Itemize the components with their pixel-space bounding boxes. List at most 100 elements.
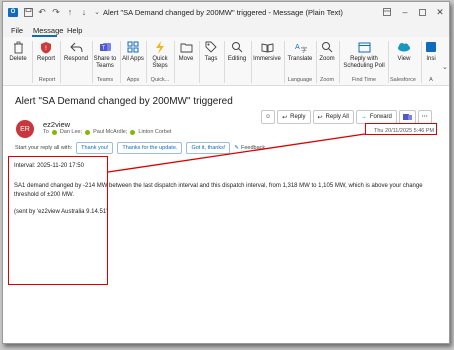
all-apps-button[interactable]: All Apps	[122, 40, 144, 63]
magnifier-icon	[230, 40, 244, 54]
up-arrow-icon[interactable]: ↑	[64, 6, 76, 18]
ribbon: Delete ! Report Report Respond T Share t…	[3, 37, 449, 86]
insights-label: Insi	[426, 56, 436, 62]
move-label: Move	[178, 56, 194, 62]
to-label: To	[43, 129, 49, 135]
tab-message[interactable]: Message	[33, 26, 63, 35]
svg-text:字: 字	[301, 46, 307, 53]
insights-icon	[424, 40, 438, 54]
suggested-reply[interactable]: Thank you!	[76, 142, 114, 154]
zoom-label: Zoom	[319, 56, 335, 62]
tab-help[interactable]: Help	[67, 26, 82, 35]
salesforce-view-label: View	[397, 56, 411, 62]
message-subject: Alert "SA Demand changed by 200MW" trigg…	[15, 96, 233, 107]
ribbon-separator	[32, 41, 33, 83]
ribbon-display-icon[interactable]	[379, 5, 395, 19]
feedback-link[interactable]: ✎ Feedback	[234, 145, 265, 151]
ribbon-expand-icon[interactable]: ⌄	[442, 63, 448, 71]
editing-label: Editing	[227, 56, 247, 62]
respond-label: Respond	[63, 56, 89, 62]
tags-button[interactable]: Tags	[200, 40, 222, 63]
more-actions-button[interactable]: ···	[417, 110, 432, 124]
apps-grid-icon	[126, 40, 140, 54]
ribbon-separator	[120, 41, 121, 83]
svg-text:!: !	[45, 45, 47, 52]
presence-icon	[51, 129, 57, 135]
report-group-label: Report	[38, 77, 56, 83]
respond-button[interactable]: Respond	[62, 40, 90, 63]
suggested-reply[interactable]: Thanks for the update.	[117, 142, 183, 154]
emoji-reaction-button[interactable]: ☺	[261, 110, 276, 124]
maximize-icon[interactable]	[414, 5, 430, 19]
avatar[interactable]: ER	[16, 120, 34, 138]
translate-button[interactable]: A字 Translate	[285, 40, 315, 63]
suggested-reply[interactable]: Got it, thanks!	[186, 142, 231, 154]
a-group-label: A	[429, 77, 433, 83]
quick-steps-button[interactable]: Quick Steps	[148, 40, 172, 70]
tags-label: Tags	[204, 56, 218, 62]
redo-icon[interactable]: ↷	[50, 6, 62, 18]
customize-toolbar-icon[interactable]: ⌄	[91, 6, 103, 18]
recipient[interactable]: Linton Corbet	[138, 129, 171, 135]
feedback-icon: ✎	[234, 145, 239, 151]
down-arrow-icon[interactable]: ↓	[78, 6, 90, 18]
teams-chat-icon	[402, 114, 412, 120]
quick-steps-group-label: Quick...	[150, 77, 170, 83]
all-apps-label: All Apps	[122, 56, 144, 62]
insights-button[interactable]: Insi	[422, 40, 440, 63]
teams-icon: T	[98, 40, 112, 54]
reply-icon: ↩	[282, 114, 288, 121]
app-icon-letter: O	[8, 7, 18, 17]
menu-tabs: File Message Help	[3, 23, 449, 37]
delete-button[interactable]: Delete	[7, 40, 29, 63]
immersive-reader-icon	[260, 40, 274, 54]
zoom-button[interactable]: Zoom	[317, 40, 337, 63]
language-group-label: Language	[287, 77, 313, 83]
immersive-button[interactable]: Immersive	[252, 40, 282, 63]
recipient[interactable]: Paul McArdle;	[93, 129, 127, 135]
reply-all-icon: ↩	[317, 114, 323, 121]
forward-label: Forward	[369, 114, 392, 120]
presence-icon	[85, 129, 91, 135]
editing-button[interactable]: Editing	[225, 40, 249, 63]
teams-chat-button[interactable]	[398, 110, 416, 124]
share-to-teams-button[interactable]: T Share to Teams	[93, 40, 117, 70]
find-time-group-label: Find Time	[351, 77, 377, 83]
forward-icon: →	[360, 114, 367, 120]
share-to-teams-label: Share to Teams	[93, 56, 117, 69]
reply-scheduling-poll-label: Reply with Scheduling Poll	[343, 56, 385, 69]
annotation-body-box	[8, 156, 108, 285]
report-shield-icon: !	[39, 40, 53, 54]
translate-label: Translate	[287, 56, 313, 62]
feedback-label: Feedback	[240, 145, 266, 151]
translate-icon: A字	[293, 40, 307, 54]
reply-all-button[interactable]: ↩ Reply All	[312, 110, 354, 124]
zoom-icon	[320, 40, 334, 54]
respond-icon	[69, 40, 83, 54]
tab-file[interactable]: File	[11, 26, 23, 35]
close-icon[interactable]: ✕	[432, 5, 448, 19]
sender-name[interactable]: ez2view	[43, 120, 70, 129]
immersive-label: Immersive	[253, 56, 281, 62]
ribbon-separator	[339, 41, 340, 83]
window-title: Alert "SA Demand changed by 200MW" trigg…	[103, 8, 343, 17]
reply-scheduling-poll-button[interactable]: Reply with Scheduling Poll	[341, 40, 387, 70]
minimize-icon[interactable]: –	[397, 5, 413, 19]
suggested-replies: Start your reply all with: Thank you! Th…	[15, 142, 265, 154]
save-icon[interactable]	[22, 6, 34, 18]
ribbon-separator	[60, 41, 61, 83]
forward-button[interactable]: → Forward	[355, 110, 397, 124]
report-label: Report	[36, 56, 55, 62]
suggested-replies-prompt: Start your reply all with:	[15, 145, 73, 151]
folder-move-icon	[179, 40, 193, 54]
lightning-icon	[153, 40, 167, 54]
salesforce-view-button[interactable]: View	[389, 40, 419, 63]
undo-icon[interactable]: ↶	[36, 6, 48, 18]
delete-icon	[11, 40, 25, 54]
outlook-app-icon: O	[7, 6, 19, 18]
recipient[interactable]: Dan Lee;	[60, 129, 82, 135]
move-button[interactable]: Move	[175, 40, 197, 63]
reply-button[interactable]: ↩ Reply	[277, 110, 311, 124]
report-button[interactable]: ! Report	[35, 40, 57, 63]
reply-all-label: Reply All	[325, 114, 349, 120]
